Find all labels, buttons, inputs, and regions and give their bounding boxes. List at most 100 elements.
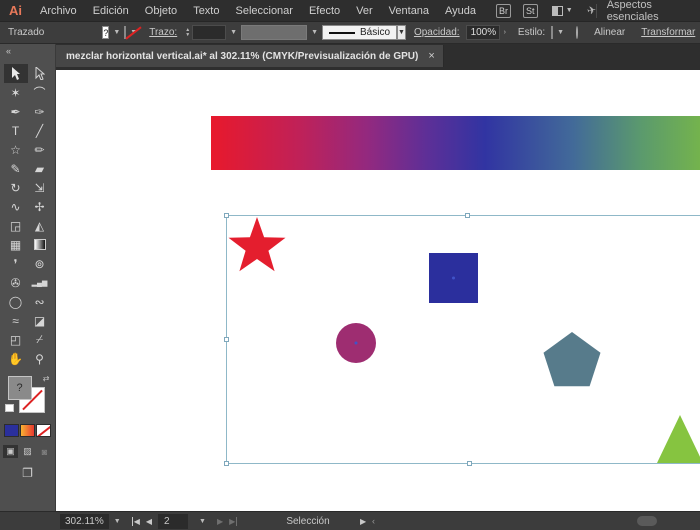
fill-swatch[interactable]: ? — [7, 376, 32, 400]
chevron-down-icon[interactable]: ▼ — [194, 518, 211, 525]
tool-hand[interactable]: ✋ — [4, 349, 28, 368]
screen-mode-icon[interactable]: ❐ — [19, 466, 37, 480]
tool-shape-builder[interactable]: ◲ — [4, 216, 28, 235]
bridge-button[interactable]: Br — [496, 3, 512, 18]
tool-mesh[interactable]: ▦ — [4, 235, 28, 254]
menu-item-ver[interactable]: Ver — [348, 5, 381, 17]
transform-panel-link[interactable]: Transformar — [641, 27, 695, 38]
brush-definition-dropdown[interactable]: Básico — [322, 25, 398, 40]
tool-slice[interactable]: ⌿ — [28, 330, 52, 349]
red-star-shape[interactable] — [228, 217, 286, 272]
tool-puppet-warp[interactable]: ✢ — [28, 197, 52, 216]
chevron-down-icon[interactable]: ▼ — [109, 29, 124, 36]
draw-behind-icon[interactable]: ▨ — [20, 445, 35, 458]
tool-curvature[interactable]: ✑ — [28, 102, 52, 121]
chevron-down-icon[interactable]: ▼ — [553, 29, 568, 36]
stroke-weight-field[interactable] — [192, 25, 227, 40]
tool-rotate-view[interactable]: ⊚ — [28, 254, 52, 273]
selection-handle-bottom-left[interactable] — [224, 461, 229, 466]
tool-artboard[interactable]: ◰ — [4, 330, 28, 349]
color-button[interactable] — [4, 424, 19, 437]
tool-eraser[interactable]: ▰ — [28, 159, 52, 178]
tool-perspective-grid[interactable]: ◭ — [28, 216, 52, 235]
menu-item-seleccionar[interactable]: Seleccionar — [227, 5, 300, 17]
paintbrush-icon: ✏ — [34, 142, 45, 157]
opacity-field[interactable]: 100% — [465, 25, 500, 40]
tool-zoom[interactable]: ⚲ — [28, 349, 52, 368]
tool-smooth[interactable]: ≈ — [4, 311, 28, 330]
recolor-artwork-icon[interactable] — [576, 26, 579, 39]
tool-line-segment[interactable]: ╱ — [28, 121, 52, 140]
tool-type[interactable]: T — [4, 121, 28, 140]
tool-pen[interactable]: ✒ — [4, 102, 28, 121]
tool-selection[interactable] — [3, 64, 28, 83]
workspace-switcher[interactable]: Aspectos esenciales — [607, 0, 690, 23]
default-fill-stroke-icon[interactable] — [4, 404, 14, 412]
workspace-layout-icon[interactable] — [551, 5, 563, 16]
selection-handle-mid-top[interactable] — [465, 213, 470, 218]
selection-edge-top[interactable] — [226, 215, 700, 216]
tool-eyedropper[interactable]: ❜ — [4, 254, 28, 273]
first-artboard-button[interactable]: ◀ — [131, 516, 140, 526]
gradient-button[interactable] — [20, 424, 35, 437]
chevron-down-icon[interactable]: ▼ — [109, 518, 126, 525]
tool-shaper[interactable]: ✎ — [4, 159, 28, 178]
tool-width[interactable]: ∿ — [4, 197, 28, 216]
brush-dropdown-button[interactable]: ▼ — [397, 25, 406, 40]
selection-handle-mid-bottom[interactable] — [467, 461, 472, 466]
selection-edge-bottom[interactable] — [226, 463, 700, 464]
menu-item-archivo[interactable]: Archivo — [32, 5, 85, 17]
menu-item-texto[interactable]: Texto — [185, 5, 227, 17]
opacity-more-arrow[interactable]: › — [500, 29, 510, 36]
tool-column-graph[interactable]: ▂▄▆ — [28, 273, 52, 292]
share-icon[interactable]: ✈ — [585, 3, 598, 18]
gradient-blend-bar[interactable] — [211, 116, 700, 170]
previous-artboard-button[interactable]: ◀ — [146, 517, 152, 526]
opacity-label[interactable]: Opacidad: — [414, 27, 460, 38]
tools-panel: « ✶ ⌒ ✒ ✑ T ╱ ☆ ✏ ✎ ▰ ↻ ⇲ ∿ ✢ ◲ ◭ ▦ ❜ ⊚ ✇ ▂▄▆ ◯ ∾ ≈ ◪ ◰ ⌿ ✋ ⚲ ⇄ ? ▣ … — [0, 44, 56, 515]
align-panel-link[interactable]: Alinear — [594, 27, 625, 38]
chevron-down-icon[interactable]: ▼ — [566, 7, 573, 14]
tool-blend[interactable]: ∾ — [28, 292, 52, 311]
pentagon-shape[interactable] — [543, 332, 601, 387]
chevron-down-icon[interactable]: ▼ — [226, 29, 241, 36]
draw-normal-icon[interactable]: ▣ — [3, 445, 18, 458]
circle-center-point — [354, 341, 358, 345]
tool-blob-brush[interactable]: ◯ — [4, 292, 28, 311]
collapse-panel-icon[interactable]: « — [0, 44, 55, 58]
menu-item-ayuda[interactable]: Ayuda — [437, 5, 484, 17]
swap-fill-stroke-icon[interactable]: ⇄ — [43, 374, 50, 383]
selection-handle-top-left[interactable] — [224, 213, 229, 218]
tool-path-eraser[interactable]: ◪ — [28, 311, 52, 330]
tool-gradient[interactable] — [28, 235, 52, 254]
tool-symbol-sprayer[interactable]: ✇ — [4, 273, 28, 292]
menu-item-objeto[interactable]: Objeto — [137, 5, 185, 17]
zoom-level-field[interactable]: 302.11% — [60, 513, 109, 529]
horizontal-scrollbar-thumb[interactable] — [637, 516, 657, 526]
tool-lasso[interactable]: ⌒ — [28, 83, 52, 102]
canvas[interactable] — [56, 70, 700, 511]
tool-paintbrush[interactable]: ✏ — [28, 140, 52, 159]
tool-magic-wand[interactable]: ✶ — [4, 83, 28, 102]
stroke-color-swatch[interactable] — [124, 26, 127, 39]
menu-item-ventana[interactable]: Ventana — [381, 5, 437, 17]
tool-star-shape[interactable]: ☆ — [4, 140, 28, 159]
ai-logo[interactable]: Ai — [9, 3, 22, 18]
stock-button[interactable]: St — [523, 3, 538, 18]
status-menu-arrow[interactable]: ▶ — [360, 517, 366, 526]
menu-item-edicion[interactable]: Edición — [85, 5, 137, 17]
none-button[interactable] — [36, 424, 51, 437]
tool-direct-selection[interactable] — [28, 64, 52, 83]
document-tab[interactable]: mezclar horizontal vertical.ai* al 302.1… — [56, 45, 444, 67]
green-triangle-shape[interactable] — [657, 415, 700, 463]
selection-handle-mid-left[interactable] — [224, 337, 229, 342]
artboard-number-field[interactable]: 2 — [158, 513, 188, 529]
stroke-weight-label[interactable]: Trazo: — [149, 27, 177, 38]
scroll-left-arrow[interactable]: ‹ — [372, 516, 375, 526]
close-icon[interactable]: × — [428, 50, 434, 62]
tool-rotate[interactable]: ↻ — [4, 178, 28, 197]
fill-color-swatch[interactable]: ? — [102, 26, 110, 39]
tool-scale[interactable]: ⇲ — [28, 178, 52, 197]
menu-item-efecto[interactable]: Efecto — [301, 5, 348, 17]
stroke-weight-stepper[interactable]: ▲ ▼ — [185, 27, 190, 38]
